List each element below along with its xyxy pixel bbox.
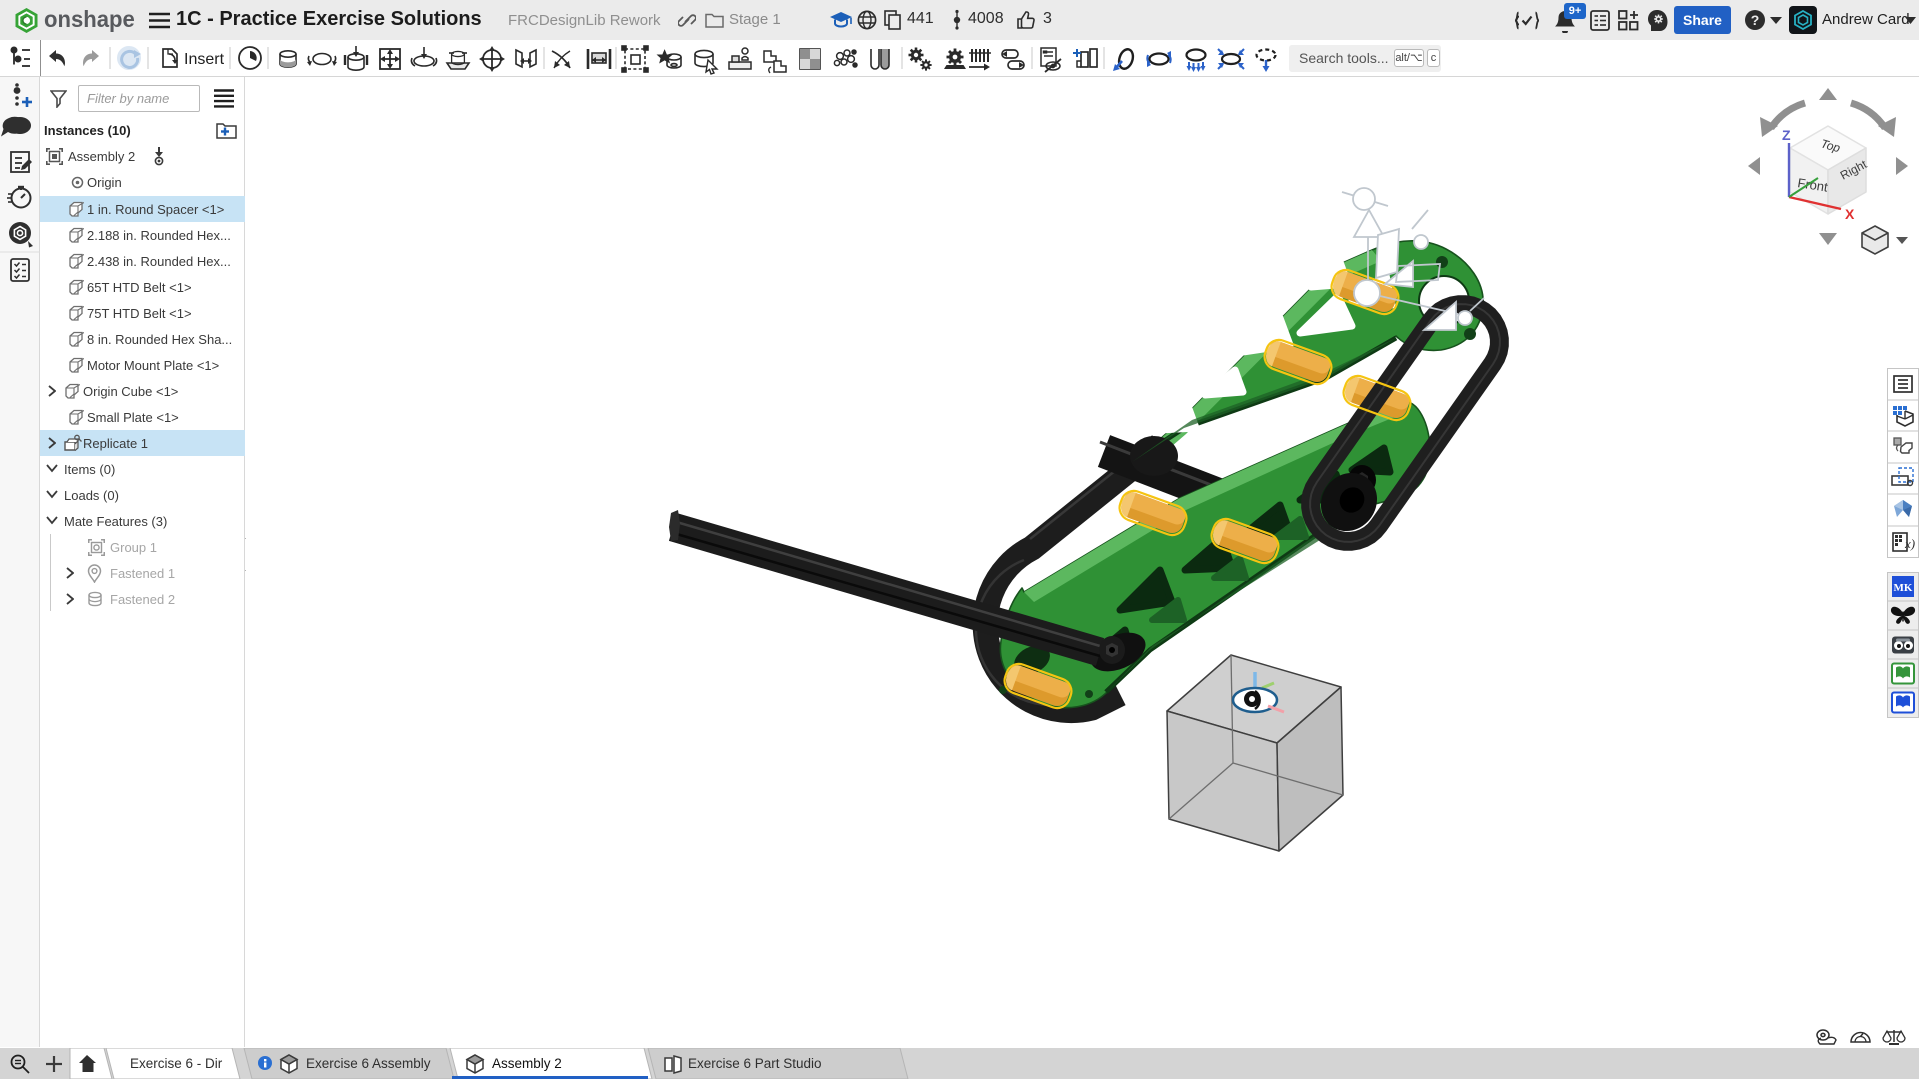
svg-text:Exercise 6 - Dir: Exercise 6 - Dir: [130, 1056, 223, 1071]
svg-text:x): x): [1904, 536, 1915, 551]
svg-text:Assembly 2: Assembly 2: [492, 1056, 562, 1071]
svg-text:X: X: [1845, 206, 1855, 222]
svg-text:Insert: Insert: [184, 51, 225, 68]
svg-text:?: ?: [1751, 12, 1760, 28]
svg-text:Exercise 6 Part Studio: Exercise 6 Part Studio: [688, 1056, 822, 1071]
svg-text:Exercise 6 Assembly: Exercise 6 Assembly: [306, 1056, 431, 1071]
svg-text:Z: Z: [1782, 127, 1791, 143]
svg-text:MK: MK: [1894, 582, 1913, 594]
